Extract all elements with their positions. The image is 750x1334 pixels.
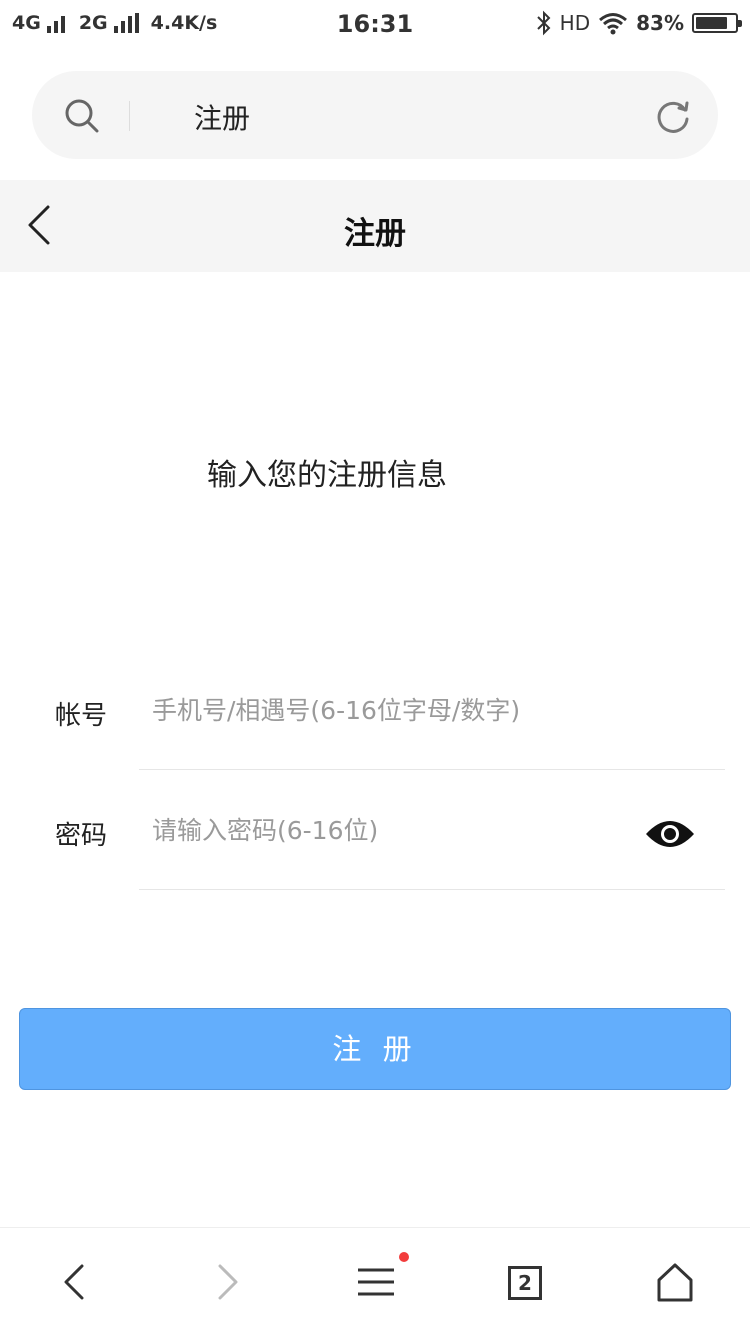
tabs-icon[interactable]: 2 bbox=[508, 1266, 542, 1300]
hd-label: HD bbox=[559, 11, 591, 35]
battery-fill bbox=[696, 17, 727, 29]
battery-percent: 83% bbox=[636, 11, 684, 35]
form-heading: 输入您的注册信息 bbox=[207, 458, 447, 493]
address-bar[interactable]: 注册 bbox=[32, 71, 718, 159]
menu-badge-dot bbox=[399, 1252, 409, 1262]
status-right: HD 83% bbox=[536, 10, 742, 36]
address-divider bbox=[129, 101, 130, 131]
account-label: 帐号 bbox=[55, 701, 108, 731]
battery-icon bbox=[692, 13, 742, 33]
status-bar: 4G 2G 4.4K/s 16:31 HD 83% bbox=[0, 0, 750, 52]
bluetooth-icon bbox=[536, 10, 551, 36]
menu-icon[interactable] bbox=[352, 1258, 400, 1306]
page-header: 注册 bbox=[0, 180, 750, 272]
search-icon[interactable] bbox=[62, 96, 102, 136]
eye-icon[interactable] bbox=[644, 816, 696, 852]
account-underline bbox=[139, 769, 725, 770]
address-text[interactable]: 注册 bbox=[194, 97, 250, 137]
reload-icon[interactable] bbox=[654, 97, 692, 135]
back-icon[interactable] bbox=[52, 1258, 100, 1306]
home-icon[interactable] bbox=[651, 1258, 699, 1306]
password-underline bbox=[139, 889, 725, 890]
wifi-icon bbox=[599, 13, 628, 35]
forward-icon[interactable] bbox=[202, 1258, 250, 1306]
page-title: 注册 bbox=[344, 216, 406, 252]
register-button[interactable]: 注 册 bbox=[19, 1008, 731, 1090]
password-input[interactable] bbox=[152, 810, 622, 850]
password-label: 密码 bbox=[55, 821, 108, 851]
account-input[interactable] bbox=[152, 690, 622, 730]
bottom-nav: 2 bbox=[0, 1227, 750, 1334]
